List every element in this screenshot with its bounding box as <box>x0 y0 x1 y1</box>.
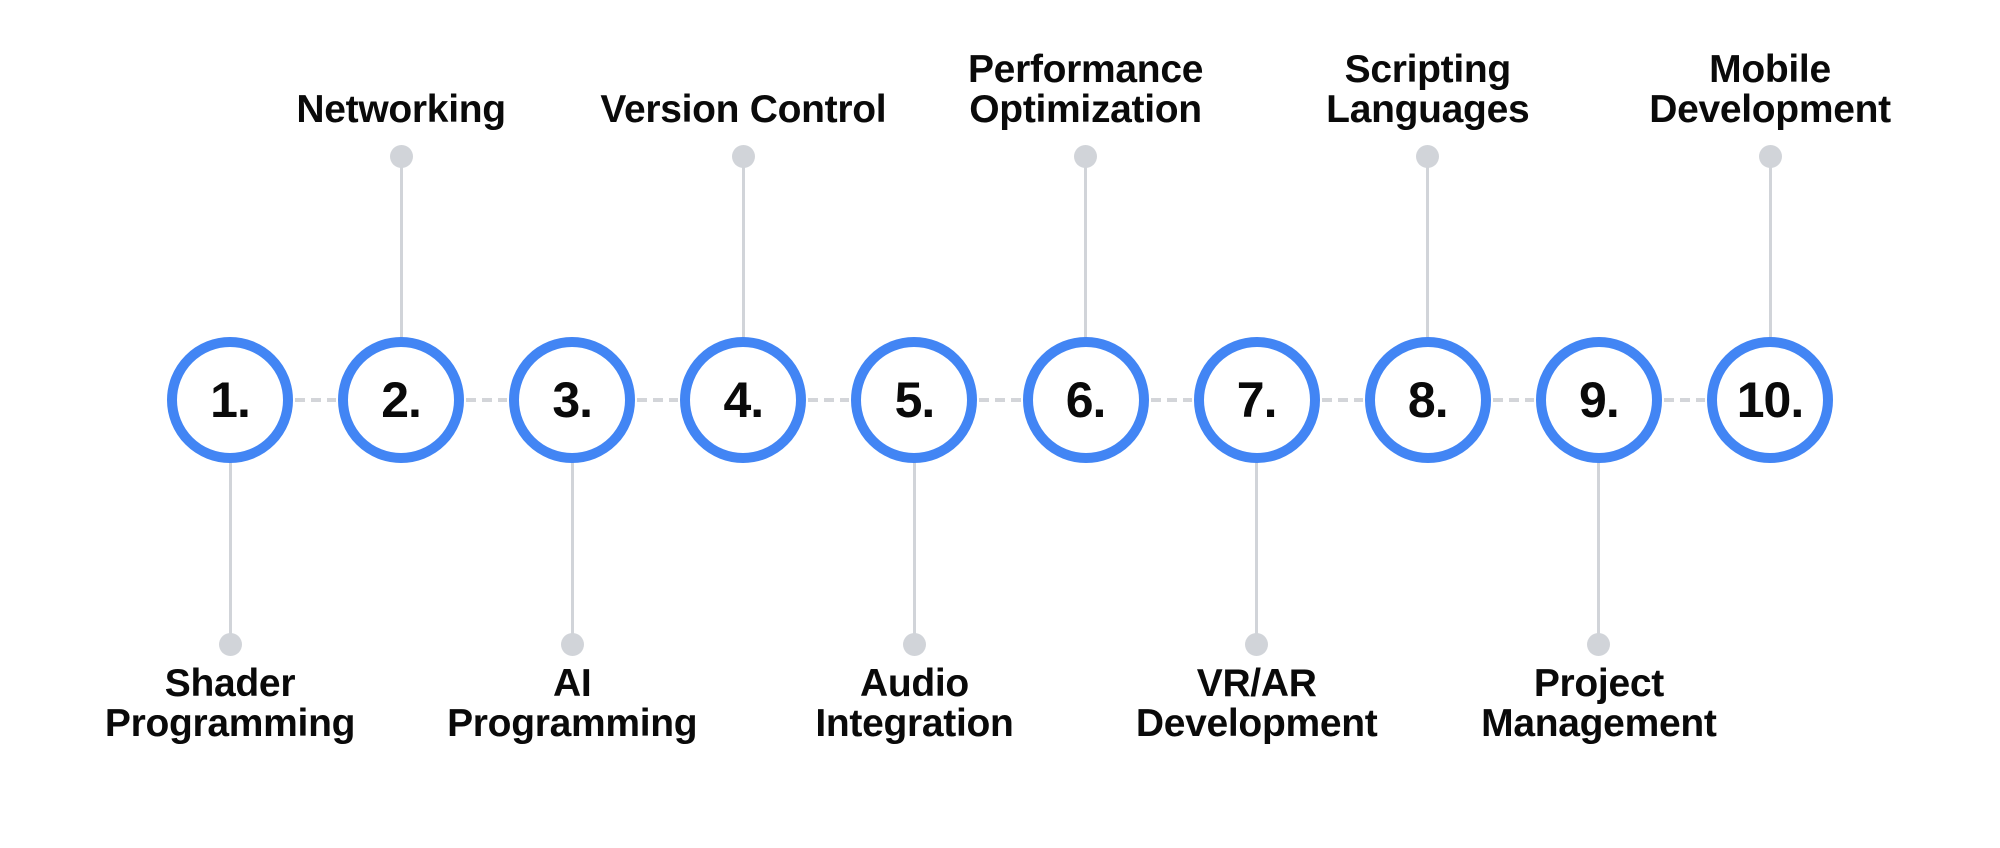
step-label-line: Mobile <box>1709 48 1831 91</box>
step-marker-dot <box>1245 632 1269 656</box>
step-label-3: AI Programming <box>412 664 732 744</box>
step-label-line: Shader <box>164 662 296 705</box>
step-circle-10: 10. <box>1707 337 1833 463</box>
step-label-7: VR/AR Development <box>1097 664 1417 744</box>
step-number: 10. <box>1736 372 1805 428</box>
step-number: 8. <box>1407 372 1449 428</box>
step-stem <box>1768 156 1772 339</box>
step-circle-3: 3. <box>509 337 636 463</box>
step-label-5: Audio Integration <box>754 664 1074 744</box>
step-label-4: Version Control <box>583 90 903 130</box>
dashed-connector <box>808 398 850 402</box>
step-marker-dot <box>1074 144 1098 168</box>
dashed-connector <box>295 398 337 402</box>
step-label-line: Audio <box>859 662 969 705</box>
step-stem <box>741 156 745 339</box>
step-label-line: VR/AR <box>1196 662 1317 705</box>
step-number: 5. <box>894 372 936 428</box>
step-marker-dot <box>1587 632 1611 656</box>
dashed-connector <box>1663 398 1705 402</box>
step-label-8: Scripting Languages <box>1268 50 1588 130</box>
dashed-connector <box>1321 398 1363 402</box>
step-marker-dot <box>218 632 242 656</box>
step-number: 6. <box>1065 372 1107 428</box>
dashed-connector <box>1150 398 1192 402</box>
step-label-10: Mobile Development <box>1610 50 1930 130</box>
step-circle-6: 6. <box>1022 337 1149 463</box>
step-label-line: Development <box>1649 88 1891 131</box>
step-marker-dot <box>389 144 413 168</box>
step-label-line: Programming <box>447 702 698 745</box>
step-marker-dot <box>1758 144 1782 168</box>
step-label-9: Project Management <box>1439 664 1759 744</box>
step-label-line: Programming <box>104 702 356 745</box>
step-label-line: Scripting <box>1344 48 1512 91</box>
step-number: 9. <box>1579 372 1620 428</box>
step-label-line: Development <box>1135 702 1378 745</box>
dashed-connector <box>637 398 679 402</box>
step-number: 1. <box>210 372 251 428</box>
step-stem <box>399 156 403 339</box>
step-label-line: Performance <box>967 48 1204 91</box>
step-number: 7. <box>1236 372 1278 428</box>
step-stem <box>228 461 232 644</box>
timeline-diagram: 1. Shader Programming 2. Networking 3. AI Progr… <box>0 0 2000 848</box>
step-marker-dot <box>902 632 926 656</box>
step-stem <box>1597 461 1601 644</box>
step-label-line: Project <box>1533 662 1664 705</box>
step-circle-7: 7. <box>1193 337 1320 463</box>
step-label-1: Shader Programming <box>70 664 390 744</box>
step-label-6: Performance Optimization <box>926 50 1246 130</box>
step-stem <box>1426 156 1430 339</box>
step-marker-dot <box>560 632 584 656</box>
dashed-connector <box>979 398 1021 402</box>
step-label-line: Optimization <box>969 88 1202 131</box>
step-circle-8: 8. <box>1364 337 1491 463</box>
step-circle-4: 4. <box>680 337 807 463</box>
step-label-line: Languages <box>1326 88 1530 131</box>
step-stem <box>570 461 574 644</box>
step-number: 2. <box>381 372 422 428</box>
step-label-2: Networking <box>241 90 561 130</box>
step-circle-1: 1. <box>167 337 293 463</box>
step-marker-dot <box>731 144 755 168</box>
step-label-line: Management <box>1481 702 1717 745</box>
dashed-connector <box>466 398 508 402</box>
step-circle-2: 2. <box>338 337 465 463</box>
step-marker-dot <box>1416 144 1440 168</box>
step-stem <box>1084 156 1088 339</box>
step-number: 4. <box>723 372 764 428</box>
step-number: 3. <box>552 372 593 428</box>
step-label-line: Integration <box>815 702 1014 745</box>
step-label-line: Networking <box>296 88 506 131</box>
step-label-line: Version Control <box>600 88 887 131</box>
step-label-line: AI <box>553 662 592 705</box>
dashed-connector <box>1492 398 1534 402</box>
step-circle-5: 5. <box>851 337 978 463</box>
step-stem <box>912 461 916 644</box>
step-circle-9: 9. <box>1535 337 1662 463</box>
step-stem <box>1255 461 1259 644</box>
